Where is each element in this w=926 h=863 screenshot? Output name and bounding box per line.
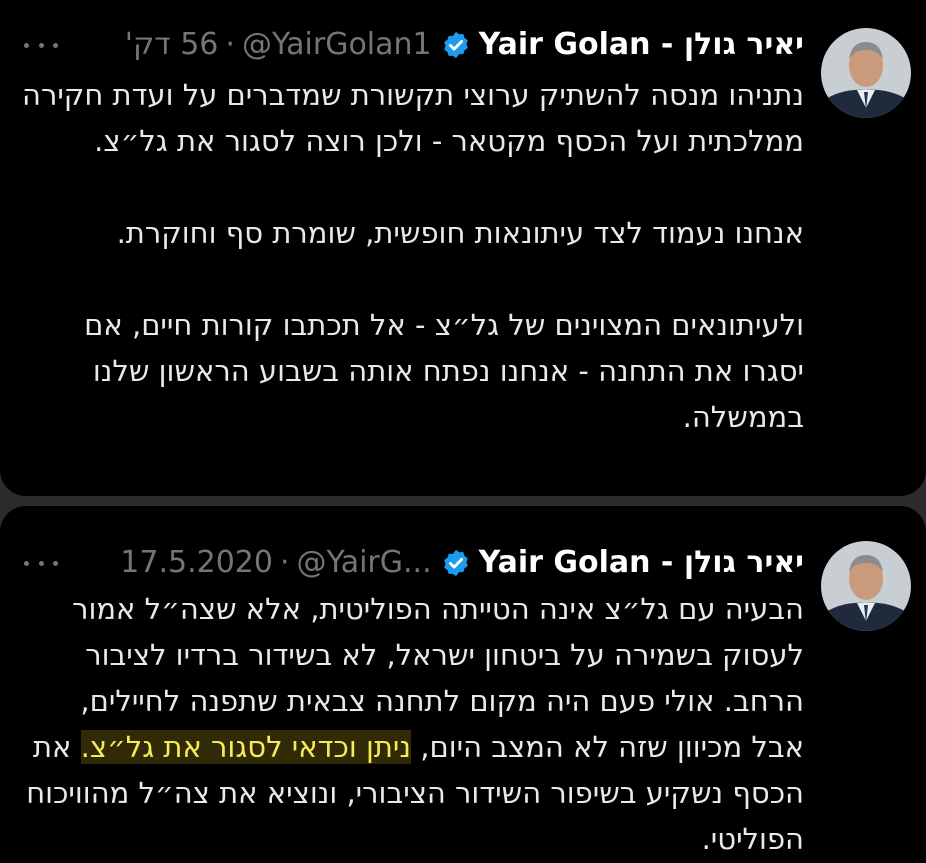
more-options-icon[interactable] [24, 543, 58, 583]
tweet-paragraph: אנחנו נעמוד לצד עיתונאות חופשית, שומרת ס… [116, 216, 804, 250]
tweet-time[interactable]: 56 דק' [125, 22, 219, 68]
author-handle[interactable]: @YairG... [297, 540, 432, 586]
tweet-paragraph: נתניהו מנסה להשתיק ערוצי תקשורת שמדברים … [22, 78, 804, 158]
highlighted-text: ניתן וכדאי לסגור את גל״צ. [80, 730, 412, 764]
tweet-card-2[interactable]: Yair Golan - יאיר גולן @YairG... · 17.5.… [0, 506, 926, 863]
author-name[interactable]: Yair Golan - יאיר גולן [479, 22, 804, 68]
tweet-text: נתניהו מנסה להשתיק ערוצי תקשורת שמדברים … [22, 72, 804, 440]
verified-badge-icon [441, 30, 471, 60]
profile-avatar[interactable] [821, 28, 911, 118]
author-handle[interactable]: @YairGolan1 [242, 22, 432, 68]
more-options-icon[interactable] [24, 25, 58, 65]
tweet-header: Yair Golan - יאיר גולן @YairGolan1 · 56 … [125, 22, 804, 68]
tweet-paragraph: הבעיה עם גל״צ אינה הטייתה הפוליטית, אלא … [22, 586, 804, 862]
profile-avatar[interactable] [821, 541, 911, 631]
tweet-header: Yair Golan - יאיר גולן @YairG... · 17.5.… [120, 540, 804, 586]
verified-badge-icon [441, 548, 471, 578]
tweet-text: הבעיה עם גל״צ אינה הטייתה הפוליטית, אלא … [22, 586, 804, 862]
tweet-card-1[interactable]: Yair Golan - יאיר גולן @YairGolan1 · 56 … [0, 0, 926, 496]
separator-dot: · [225, 27, 235, 62]
separator-dot: · [279, 545, 290, 580]
tweet-paragraph: ולעיתונאים המצוינים של גל״צ - אל תכתבו ק… [84, 308, 804, 434]
tweet-time[interactable]: 17.5.2020 [120, 540, 273, 586]
author-name[interactable]: Yair Golan - יאיר גולן [479, 540, 804, 586]
